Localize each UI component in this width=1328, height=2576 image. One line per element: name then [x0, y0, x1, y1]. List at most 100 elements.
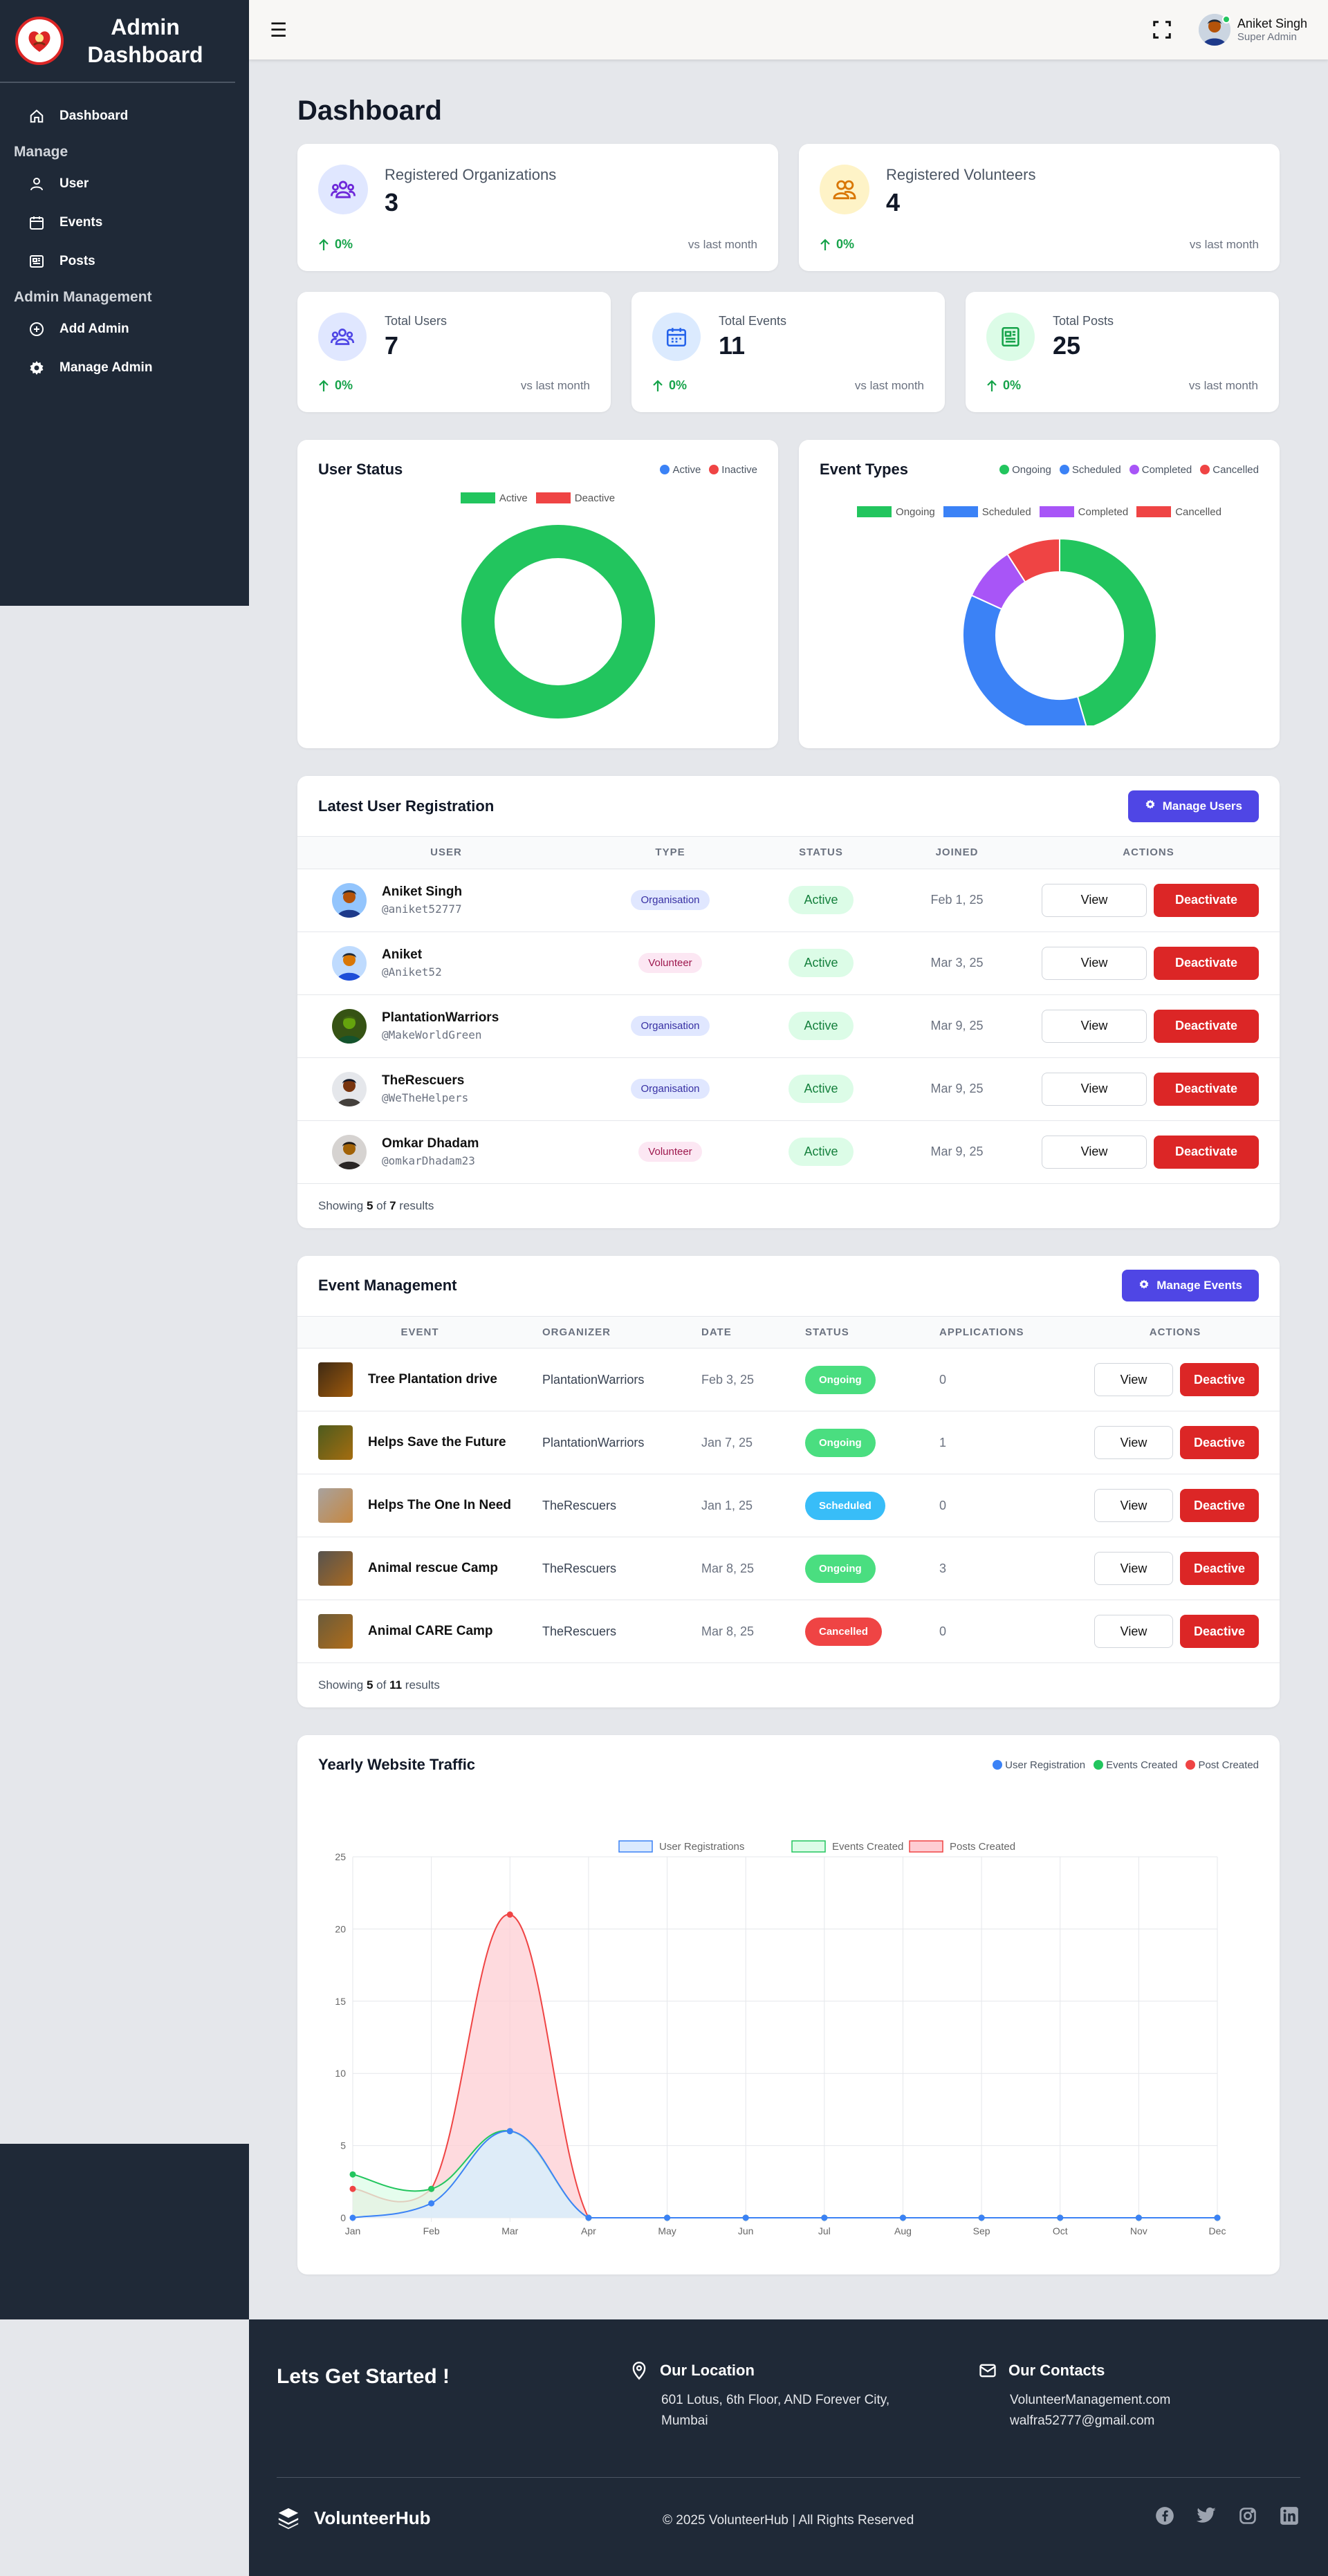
view-button[interactable]: View	[1094, 1363, 1173, 1396]
data-point[interactable]	[978, 2214, 985, 2221]
view-button[interactable]: View	[1042, 1072, 1147, 1106]
event-thumbnail	[318, 1614, 353, 1649]
deactive-button[interactable]: Deactive	[1180, 1552, 1259, 1585]
view-button[interactable]: View	[1094, 1426, 1173, 1459]
deactivate-button[interactable]: Deactivate	[1154, 946, 1259, 980]
data-point[interactable]	[1214, 2214, 1221, 2221]
sidebar-item-dashboard[interactable]: Dashboard	[0, 97, 249, 136]
deactivate-button[interactable]: Deactivate	[1154, 883, 1259, 917]
view-button[interactable]: View	[1094, 1552, 1173, 1585]
nav-section-manage: Manage	[14, 144, 68, 160]
stat-vs-label: vs last month	[1188, 378, 1258, 392]
type-cell: Organisation	[595, 994, 746, 1058]
calendar-icon	[28, 214, 46, 232]
data-point[interactable]	[742, 2214, 749, 2221]
view-button[interactable]: View	[1094, 1489, 1173, 1522]
yearly-traffic-chart: User Registrations Events Created Posts Cr…	[335, 1840, 1226, 2236]
data-point[interactable]	[349, 2171, 356, 2178]
legend-item: Inactive	[709, 464, 757, 476]
data-point[interactable]	[506, 2128, 513, 2135]
donut-slice-scheduled[interactable]	[962, 594, 1088, 733]
footer-cta: Lets Get Started !	[277, 2365, 450, 2388]
event-name: Animal rescue Camp	[368, 1561, 498, 1575]
deactive-button[interactable]: Deactive	[1180, 1489, 1259, 1522]
instagram-icon[interactable]	[1237, 2505, 1259, 2527]
date-cell: Feb 3, 25	[701, 1348, 805, 1411]
type-cell: Volunteer	[595, 1120, 746, 1184]
user-avatar[interactable]	[1198, 14, 1230, 46]
data-point[interactable]	[428, 2185, 435, 2192]
view-button[interactable]: View	[1042, 946, 1147, 980]
sidebar-brand: Admin Dashboard	[0, 0, 235, 83]
twitter-icon[interactable]	[1195, 2505, 1217, 2527]
sidebar-item-add-admin[interactable]: Add Admin	[0, 310, 249, 349]
data-point[interactable]	[1135, 2214, 1142, 2221]
footer-contact-email[interactable]: walfra52777@gmail.com	[1010, 2411, 1170, 2431]
view-button[interactable]: View	[1094, 1615, 1173, 1648]
organizer-cell: TheRescuers	[542, 1474, 701, 1537]
data-point[interactable]	[899, 2214, 906, 2221]
linkedin-icon[interactable]	[1278, 2505, 1300, 2527]
x-tick-label: Jan	[345, 2225, 361, 2236]
status-badge: Active	[788, 1012, 854, 1040]
deactivate-button[interactable]: Deactivate	[1154, 1009, 1259, 1043]
facebook-icon[interactable]	[1154, 2505, 1176, 2527]
footer-contacts: Our Contacts VolunteerManagement.com wal…	[978, 2361, 1170, 2431]
data-point[interactable]	[349, 2214, 356, 2221]
legend-item[interactable]: Posts Created	[909, 1840, 1015, 1853]
view-button[interactable]: View	[1042, 883, 1147, 917]
newspaper-icon	[28, 252, 46, 270]
status-cell: Active	[746, 994, 896, 1058]
data-point[interactable]	[821, 2214, 828, 2221]
data-point[interactable]	[1057, 2214, 1064, 2221]
legend-item[interactable]: Cancelled	[1136, 506, 1221, 518]
status-badge: Cancelled	[805, 1617, 882, 1646]
view-button[interactable]: View	[1042, 1135, 1147, 1169]
map-pin-icon	[632, 2362, 646, 2380]
yearly-traffic-card: Yearly Website Traffic User Registration…	[297, 1735, 1280, 2274]
fullscreen-icon[interactable]	[1152, 19, 1172, 40]
event-cell: Tree Plantation drive	[297, 1348, 542, 1411]
y-tick-label: 15	[335, 1996, 346, 2007]
footer-contact-site[interactable]: VolunteerManagement.com	[1010, 2390, 1170, 2411]
deactive-button[interactable]: Deactive	[1180, 1363, 1259, 1396]
applications-cell: 0	[939, 1348, 1071, 1411]
legend-item[interactable]: Completed	[1039, 506, 1128, 518]
sidebar-item-events[interactable]: Events	[0, 203, 249, 242]
data-point[interactable]	[585, 2214, 592, 2221]
legend-item[interactable]: Events Created	[791, 1840, 903, 1853]
footer-location-text: 601 Lotus, 6th Floor, AND Forever City, …	[661, 2393, 890, 2428]
legend-item: Completed	[1129, 464, 1192, 476]
footer-brand[interactable]: VolunteerHub	[277, 2506, 431, 2530]
user-cell: Aniket Singh @aniket52777	[297, 869, 595, 932]
donut-slice-active[interactable]	[461, 525, 655, 719]
event-name: Helps Save the Future	[368, 1435, 506, 1449]
deactive-button[interactable]: Deactive	[1180, 1615, 1259, 1648]
data-point[interactable]	[349, 2185, 356, 2192]
data-point[interactable]	[506, 1911, 513, 1918]
deactivate-button[interactable]: Deactivate	[1154, 1072, 1259, 1106]
user-role: Super Admin	[1237, 31, 1297, 43]
trend-value: 0%	[335, 237, 353, 251]
deactivate-button[interactable]: Deactivate	[1154, 1135, 1259, 1169]
legend-item[interactable]: Active	[460, 492, 528, 504]
legend-item[interactable]: User Registrations	[618, 1840, 744, 1853]
legend-item[interactable]: Scheduled	[943, 506, 1031, 518]
manage-users-button[interactable]: Manage Users	[1127, 790, 1259, 822]
menu-toggle-icon[interactable]: ☰	[270, 19, 287, 41]
event-name: Animal CARE Camp	[368, 1624, 493, 1638]
online-status-dot	[1221, 15, 1230, 24]
joined-cell: Mar 9, 25	[896, 994, 1017, 1058]
legend-item[interactable]: Ongoing	[857, 506, 935, 518]
legend-item[interactable]: Deactive	[535, 492, 615, 504]
status-cell: Active	[746, 869, 896, 932]
sidebar-item-manage-admin[interactable]: Manage Admin	[0, 349, 249, 387]
data-point[interactable]	[428, 2200, 435, 2207]
view-button[interactable]: View	[1042, 1009, 1147, 1043]
svg-text:Posts Created: Posts Created	[950, 1841, 1015, 1853]
data-point[interactable]	[664, 2214, 671, 2221]
sidebar-item-user[interactable]: User	[0, 165, 249, 203]
sidebar-item-posts[interactable]: Posts	[0, 242, 249, 281]
deactive-button[interactable]: Deactive	[1180, 1426, 1259, 1459]
manage-events-button[interactable]: Manage Events	[1122, 1270, 1259, 1301]
